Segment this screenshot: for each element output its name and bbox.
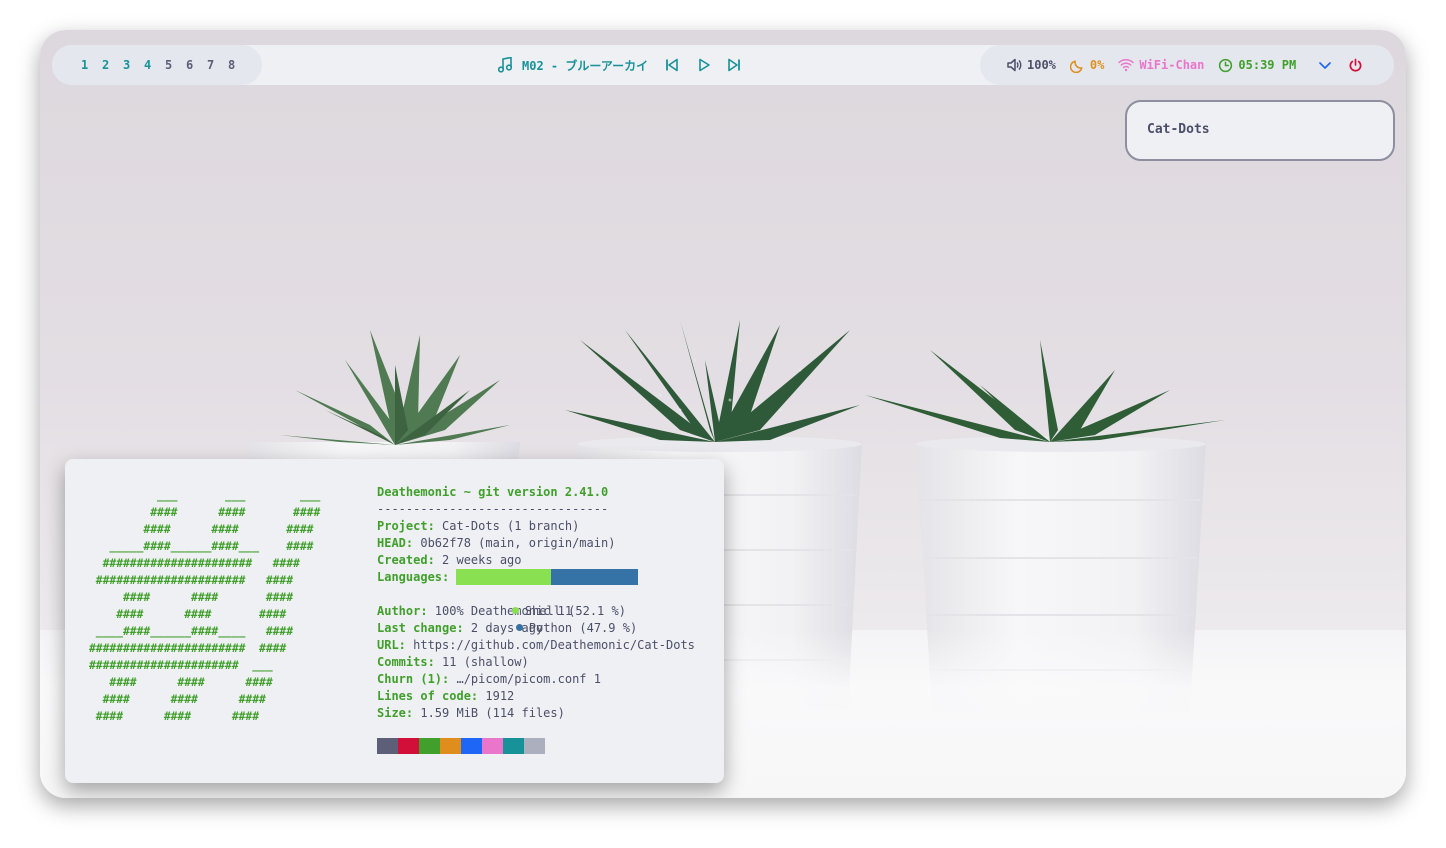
- palette-swatch: [377, 738, 398, 754]
- palette-swatch: [440, 738, 461, 754]
- info-row: Created: 2 weeks ago: [377, 553, 522, 567]
- info-row: Churn (1): …/picom/picom.conf 1: [377, 672, 601, 686]
- media-title: M02 - ブルーアーカイ: [522, 58, 649, 73]
- palette-swatch: [398, 738, 419, 754]
- wifi-icon: [1118, 58, 1135, 72]
- chevron-down-icon[interactable]: [1318, 58, 1332, 72]
- volume-value: 100%: [1027, 58, 1056, 72]
- info-row: Lines of code: 1912: [377, 689, 515, 703]
- play-icon[interactable]: [696, 57, 712, 73]
- skip-forward-icon[interactable]: [726, 57, 742, 73]
- ascii-logo: ___ ___ ___ #### #### #### #### #### ###…: [89, 489, 321, 723]
- status-modules: 100% 0% WiFi-Chan 05:39 PM: [980, 45, 1394, 85]
- info-row: Size: 1.59 MiB (114 files): [377, 706, 565, 720]
- workspace-switcher: 1 2 3 4 5 6 7 8: [52, 45, 262, 85]
- palette-swatch: [524, 738, 545, 754]
- info-row: HEAD: 0b62f78 (main, origin/main): [377, 536, 616, 550]
- palette-swatch: [503, 738, 524, 754]
- clock-value: 05:39 PM: [1238, 58, 1297, 72]
- info-row: Commits: 11 (shallow): [377, 655, 529, 669]
- volume-icon: [1006, 57, 1022, 73]
- wifi-value: WiFi-Chan: [1139, 58, 1205, 72]
- music-note-icon: [498, 57, 512, 73]
- language-segment: [456, 568, 552, 585]
- info-row: Author: 100% Deathemonic 11: [377, 604, 573, 618]
- languages-bar: [456, 568, 639, 585]
- terminal-window[interactable]: ___ ___ ___ #### #### #### #### #### ###…: [65, 459, 724, 783]
- media-player: M02 - ブルーアーカイ: [498, 45, 742, 85]
- onefetch-info: Deathemonic ~ git version 2.41.0 -------…: [377, 484, 695, 722]
- languages-legend: Shell (52.1 %) Python (47.9 %): [377, 586, 695, 635]
- notification-popup[interactable]: Cat-Dots: [1125, 100, 1395, 161]
- workspace-3[interactable]: 3: [123, 58, 144, 72]
- python-dot: [515, 624, 523, 631]
- clock-icon: [1218, 58, 1233, 73]
- palette-swatch: [461, 738, 482, 754]
- workspace-8[interactable]: 8: [228, 58, 249, 72]
- repo-header: Deathemonic ~ git version 2.41.0: [377, 485, 609, 499]
- moon-icon: [1069, 58, 1085, 73]
- color-palette: [377, 738, 545, 754]
- languages-row: Languages:: [377, 568, 695, 586]
- brightness-value: 0%: [1089, 58, 1105, 72]
- workspace-4[interactable]: 4: [144, 58, 165, 72]
- shell-dot: [511, 607, 519, 614]
- workspace-2[interactable]: 2: [102, 58, 123, 72]
- desktop-screen: 1 2 3 4 5 6 7 8 M02 - ブルーアーカイ 100% 0% Wi…: [40, 30, 1406, 798]
- separator: --------------------------------: [377, 502, 609, 516]
- clock-module[interactable]: 05:39 PM: [1218, 58, 1296, 73]
- workspace-7[interactable]: 7: [207, 58, 228, 72]
- info-row: Project: Cat-Dots (1 branch): [377, 519, 580, 533]
- brightness-module[interactable]: 0%: [1069, 58, 1105, 73]
- skip-back-icon[interactable]: [664, 57, 680, 73]
- info-row: Last change: 2 days ago: [377, 621, 544, 635]
- volume-module[interactable]: 100%: [1006, 57, 1056, 73]
- workspace-5[interactable]: 5: [165, 58, 186, 72]
- workspace-6[interactable]: 6: [186, 58, 207, 72]
- wifi-module[interactable]: WiFi-Chan: [1118, 58, 1204, 72]
- language-segment: [551, 568, 639, 585]
- top-bar: 1 2 3 4 5 6 7 8 M02 - ブルーアーカイ 100% 0% Wi…: [52, 45, 1394, 85]
- notification-text: Cat-Dots: [1147, 122, 1210, 137]
- power-icon[interactable]: [1348, 58, 1363, 73]
- workspace-1[interactable]: 1: [81, 58, 102, 72]
- palette-swatch: [419, 738, 440, 754]
- info-row: URL: https://github.com/Deathemonic/Cat-…: [377, 638, 695, 652]
- palette-swatch: [482, 738, 503, 754]
